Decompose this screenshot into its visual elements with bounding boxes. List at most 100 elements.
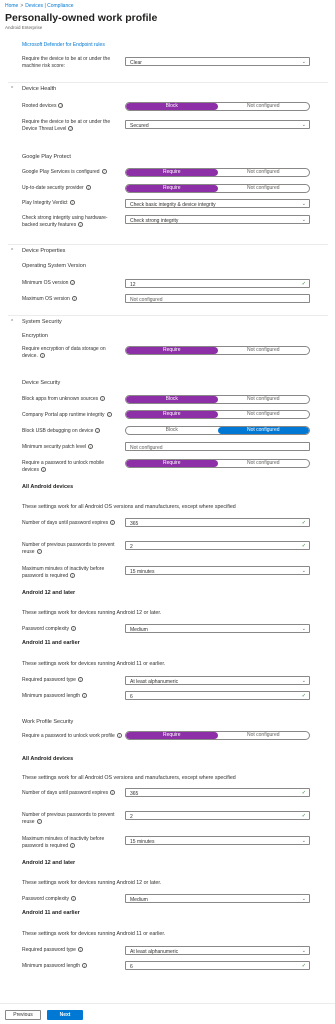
info-icon[interactable]: i (77, 947, 83, 953)
toggle-option-not-configured[interactable]: Not configured (218, 185, 310, 192)
strong-integrity-dropdown[interactable]: Check strong integrity ⌄ (125, 215, 310, 224)
pw-complexity-label: Password complexity i (22, 896, 122, 903)
security-provider-toggle[interactable]: Require Not configured (125, 184, 310, 193)
patch-level-input[interactable]: Not configured (125, 442, 310, 451)
info-icon[interactable]: i (70, 280, 76, 286)
breadcrumb-devices[interactable]: Devices | Compliance (25, 3, 73, 9)
page-title: Personally-owned work profile (5, 12, 158, 24)
toggle-option-block[interactable]: Block (126, 103, 218, 110)
toggle-option-not-configured[interactable]: Not configured (218, 732, 310, 739)
info-icon[interactable]: i (85, 185, 91, 191)
chevron-up-icon: ⌃ (10, 319, 15, 325)
info-icon[interactable]: i (110, 520, 116, 526)
info-icon[interactable]: i (82, 693, 88, 699)
info-icon[interactable]: i (95, 428, 101, 434)
info-icon[interactable]: i (82, 963, 88, 969)
info-icon[interactable]: i (116, 733, 122, 739)
section-label: Device Health (22, 86, 57, 92)
toggle-option-not-configured[interactable]: Not configured (218, 460, 310, 467)
chevron-down-icon: ⌄ (301, 216, 306, 223)
toggle-option-not-configured[interactable]: Not configured (218, 347, 310, 354)
info-icon[interactable]: i (70, 842, 76, 848)
gps-configured-label: Google Play Services is configured i (22, 169, 122, 176)
toggle-option-require[interactable]: Require (126, 347, 218, 354)
chevron-down-icon: ⌄ (301, 567, 306, 574)
min-os-input[interactable]: 12 ✓ (125, 279, 310, 288)
pw-prev-input[interactable]: 2 ✓ (125, 811, 310, 820)
toggle-option-require[interactable]: Require (126, 411, 218, 418)
info-icon[interactable]: i (106, 412, 112, 418)
info-icon[interactable]: i (78, 221, 84, 227)
all-android-heading: All Android devices (22, 756, 74, 762)
info-icon[interactable]: i (70, 572, 76, 578)
pw-prev-input[interactable]: 2 ✓ (125, 541, 310, 550)
pw-type-dropdown[interactable]: At least alphanumeric ⌄ (125, 946, 310, 955)
toggle-option-not-configured[interactable]: Not configured (217, 427, 309, 434)
pw-prev-label: Number of previous passwords to prevent … (22, 542, 115, 555)
max-os-input[interactable]: Not configured (125, 294, 310, 303)
threat-level-dropdown[interactable]: Secured ⌄ (125, 120, 310, 129)
toggle-option-block[interactable]: Block (126, 427, 218, 434)
rooted-devices-toggle[interactable]: Block Not configured (125, 102, 310, 111)
encryption-heading: Encryption (22, 333, 48, 339)
unknown-sources-toggle[interactable]: Block Not configured (125, 395, 310, 404)
risk-score-dropdown[interactable]: Clear ⌄ (125, 57, 310, 66)
info-icon[interactable]: i (36, 818, 42, 824)
pw-type-value: At least alphanumeric (130, 948, 179, 955)
password-unlock-toggle[interactable]: Require Not configured (125, 459, 310, 468)
android11-heading: Android 11 and earlier (22, 910, 80, 916)
previous-button[interactable]: Previous (5, 1010, 41, 1020)
chevron-down-icon: ⌄ (301, 895, 306, 902)
usb-debugging-label: Block USB debugging on device i (22, 428, 122, 435)
toggle-option-not-configured[interactable]: Not configured (218, 396, 310, 403)
toggle-option-require[interactable]: Require (126, 460, 218, 467)
info-icon[interactable]: i (40, 466, 46, 472)
info-icon[interactable]: i (110, 790, 116, 796)
encrypt-storage-toggle[interactable]: Require Not configured (125, 346, 310, 355)
pw-complexity-dropdown[interactable]: Medium ⌄ (125, 624, 310, 633)
pw-expires-input[interactable]: 365 ✓ (125, 518, 310, 527)
toggle-option-not-configured[interactable]: Not configured (218, 169, 310, 176)
patch-level-label: Minimum security patch level i (22, 444, 122, 451)
integrity-verdict-dropdown[interactable]: Check basic integrity & device integrity… (125, 199, 310, 208)
info-icon[interactable]: i (39, 352, 45, 358)
pw-inactivity-dropdown[interactable]: 15 minutes ⌄ (125, 836, 310, 845)
info-icon[interactable]: i (71, 296, 77, 302)
section-label: Device Properties (22, 248, 66, 254)
pw-length-input[interactable]: 6 ✓ (125, 691, 310, 700)
info-icon[interactable]: i (70, 896, 76, 902)
toggle-option-require[interactable]: Require (126, 169, 218, 176)
info-icon[interactable]: i (68, 125, 74, 131)
toggle-option-not-configured[interactable]: Not configured (218, 411, 310, 418)
next-button[interactable]: Next (47, 1010, 83, 1020)
info-icon[interactable]: i (36, 548, 42, 554)
toggle-option-block[interactable]: Block (126, 396, 218, 403)
portal-integrity-toggle[interactable]: Require Not configured (125, 410, 310, 419)
pw-complexity-dropdown[interactable]: Medium ⌄ (125, 894, 310, 903)
work-profile-unlock-toggle[interactable]: Require Not configured (125, 731, 310, 740)
chevron-up-icon: ⌃ (10, 86, 15, 92)
android12-heading: Android 12 and later (22, 860, 76, 866)
pw-type-dropdown[interactable]: At least alphanumeric ⌄ (125, 676, 310, 685)
gps-configured-toggle[interactable]: Require Not configured (125, 168, 310, 177)
pw-expires-input[interactable]: 365 ✓ (125, 788, 310, 797)
chevron-up-icon: ⌃ (10, 248, 15, 254)
info-icon[interactable]: i (101, 169, 107, 175)
info-icon[interactable]: i (69, 200, 75, 206)
info-icon[interactable]: i (77, 677, 83, 683)
toggle-option-require[interactable]: Require (126, 732, 218, 739)
pw-inactivity-dropdown[interactable]: 15 minutes ⌄ (125, 566, 310, 575)
toggle-option-require[interactable]: Require (126, 185, 218, 192)
info-icon[interactable]: i (58, 103, 64, 109)
pw-length-input[interactable]: 6 ✓ (125, 961, 310, 970)
toggle-option-not-configured[interactable]: Not configured (218, 103, 310, 110)
defender-rules-link[interactable]: Microsoft Defender for Endpoint rules (22, 42, 105, 48)
info-icon[interactable]: i (70, 626, 76, 632)
usb-debugging-toggle[interactable]: Block Not configured (125, 426, 310, 435)
info-icon[interactable]: i (100, 396, 106, 402)
info-icon[interactable]: i (88, 444, 94, 450)
breadcrumb-home[interactable]: Home (5, 3, 18, 9)
rooted-devices-label: Rooted devices i (22, 103, 122, 110)
patch-level-placeholder: Not configured (130, 444, 163, 451)
min-os-value: 12 (130, 281, 136, 288)
